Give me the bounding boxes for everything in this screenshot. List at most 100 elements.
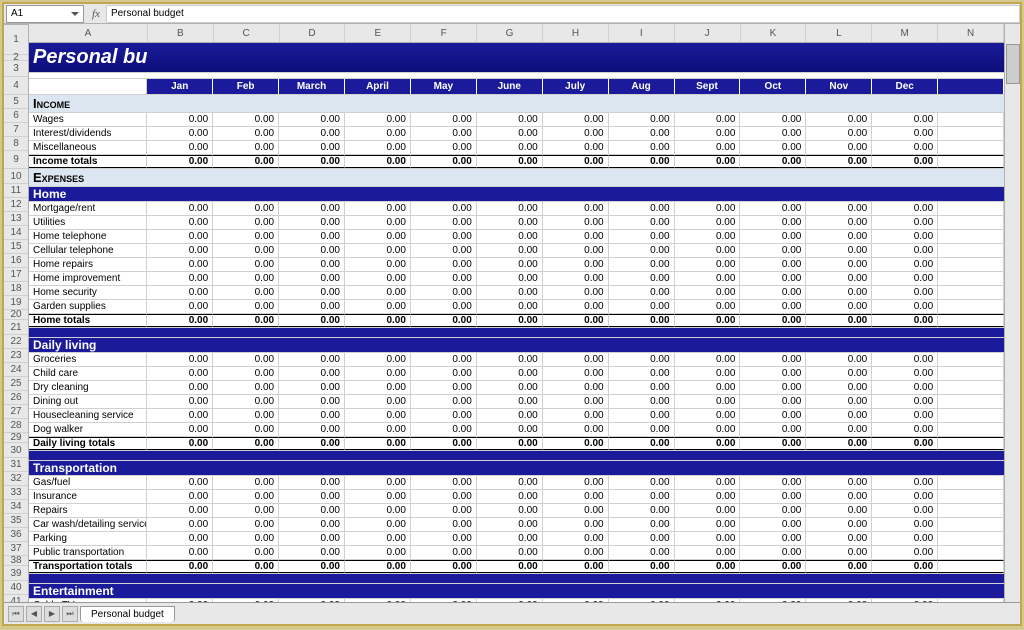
fx-icon[interactable]: fx bbox=[92, 8, 100, 20]
vertical-scrollbar[interactable] bbox=[1004, 24, 1020, 602]
value-cell[interactable]: 0.00 bbox=[213, 490, 279, 503]
cell[interactable] bbox=[938, 43, 1004, 72]
value-cell[interactable]: 0.00 bbox=[411, 599, 477, 602]
value-cell[interactable]: 0.00 bbox=[213, 286, 279, 299]
column-header[interactable]: K bbox=[741, 24, 807, 42]
month-header[interactable]: Aug bbox=[609, 79, 675, 94]
row-header[interactable]: 19 bbox=[4, 296, 28, 310]
value-cell[interactable]: 0.00 bbox=[477, 490, 543, 503]
value-cell[interactable]: 0.00 bbox=[147, 216, 213, 229]
value-cell[interactable]: 0.00 bbox=[543, 258, 609, 271]
value-cell[interactable]: 0.00 bbox=[213, 155, 279, 168]
value-cell[interactable]: 0.00 bbox=[543, 127, 609, 140]
cell[interactable] bbox=[147, 584, 213, 598]
value-cell[interactable]: 0.00 bbox=[147, 381, 213, 394]
value-cell[interactable]: 0.00 bbox=[213, 518, 279, 531]
value-cell[interactable]: 0.00 bbox=[147, 490, 213, 503]
cell[interactable] bbox=[740, 574, 806, 583]
value-cell[interactable]: 0.00 bbox=[345, 367, 411, 380]
value-cell[interactable]: 0.00 bbox=[345, 258, 411, 271]
value-cell[interactable]: 0.00 bbox=[872, 300, 938, 313]
category-header[interactable]: Entertainment bbox=[29, 584, 147, 598]
column-header[interactable]: N bbox=[938, 24, 1004, 42]
value-cell[interactable]: 0.00 bbox=[609, 437, 675, 450]
cell[interactable] bbox=[609, 584, 675, 598]
cell[interactable] bbox=[609, 169, 675, 186]
value-cell[interactable]: 0.00 bbox=[609, 395, 675, 408]
cell[interactable] bbox=[872, 169, 938, 186]
row-label[interactable]: Housecleaning service bbox=[29, 409, 147, 422]
value-cell[interactable]: 0.00 bbox=[411, 476, 477, 489]
value-cell[interactable]: 0.00 bbox=[411, 155, 477, 168]
value-cell[interactable]: 0.00 bbox=[872, 423, 938, 436]
value-cell[interactable]: 0.00 bbox=[609, 155, 675, 168]
cell[interactable] bbox=[411, 451, 477, 460]
value-cell[interactable]: 0.00 bbox=[345, 381, 411, 394]
row-label[interactable]: Home security bbox=[29, 286, 147, 299]
value-cell[interactable] bbox=[938, 230, 1004, 243]
cell[interactable] bbox=[411, 187, 477, 201]
value-cell[interactable]: 0.00 bbox=[872, 381, 938, 394]
value-cell[interactable]: 0.00 bbox=[147, 518, 213, 531]
row-header[interactable]: 21 bbox=[4, 320, 28, 335]
row-label[interactable]: Groceries bbox=[29, 353, 147, 366]
cell[interactable] bbox=[345, 461, 411, 475]
value-cell[interactable]: 0.00 bbox=[740, 395, 806, 408]
value-cell[interactable]: 0.00 bbox=[213, 532, 279, 545]
value-cell[interactable]: 0.00 bbox=[872, 113, 938, 126]
cell[interactable] bbox=[872, 95, 938, 112]
value-cell[interactable]: 0.00 bbox=[740, 155, 806, 168]
value-cell[interactable]: 0.00 bbox=[147, 202, 213, 215]
value-cell[interactable]: 0.00 bbox=[411, 300, 477, 313]
value-cell[interactable]: 0.00 bbox=[411, 409, 477, 422]
value-cell[interactable]: 0.00 bbox=[806, 155, 872, 168]
cell[interactable] bbox=[674, 451, 740, 460]
value-cell[interactable]: 0.00 bbox=[675, 244, 741, 257]
value-cell[interactable]: 0.00 bbox=[213, 202, 279, 215]
value-cell[interactable]: 0.00 bbox=[872, 244, 938, 257]
name-box[interactable]: A1 bbox=[6, 5, 84, 23]
column-header[interactable]: H bbox=[543, 24, 609, 42]
cell[interactable] bbox=[411, 95, 477, 112]
value-cell[interactable]: 0.00 bbox=[411, 272, 477, 285]
cell[interactable] bbox=[938, 95, 1004, 112]
cell[interactable] bbox=[806, 95, 872, 112]
value-cell[interactable]: 0.00 bbox=[872, 155, 938, 168]
cell[interactable] bbox=[938, 584, 1004, 598]
value-cell[interactable]: 0.00 bbox=[213, 599, 279, 602]
cell[interactable] bbox=[279, 338, 345, 352]
value-cell[interactable] bbox=[938, 437, 1004, 450]
value-cell[interactable]: 0.00 bbox=[411, 381, 477, 394]
value-cell[interactable]: 0.00 bbox=[477, 409, 543, 422]
row-header[interactable]: 31 bbox=[4, 458, 28, 472]
value-cell[interactable]: 0.00 bbox=[806, 560, 872, 573]
row-header[interactable]: 30 bbox=[4, 443, 28, 458]
value-cell[interactable]: 0.00 bbox=[411, 395, 477, 408]
value-cell[interactable]: 0.00 bbox=[675, 300, 741, 313]
column-header[interactable]: I bbox=[609, 24, 675, 42]
value-cell[interactable]: 0.00 bbox=[411, 423, 477, 436]
section-header[interactable]: Income bbox=[29, 95, 147, 112]
value-cell[interactable]: 0.00 bbox=[609, 300, 675, 313]
column-header[interactable]: L bbox=[806, 24, 872, 42]
value-cell[interactable]: 0.00 bbox=[213, 244, 279, 257]
value-cell[interactable]: 0.00 bbox=[147, 532, 213, 545]
row-header[interactable]: 17 bbox=[4, 268, 28, 282]
value-cell[interactable]: 0.00 bbox=[345, 395, 411, 408]
value-cell[interactable]: 0.00 bbox=[213, 423, 279, 436]
value-cell[interactable]: 0.00 bbox=[872, 518, 938, 531]
column-header[interactable]: D bbox=[280, 24, 346, 42]
row-header[interactable]: 38 bbox=[4, 556, 28, 566]
value-cell[interactable]: 0.00 bbox=[740, 490, 806, 503]
cell[interactable] bbox=[477, 187, 543, 201]
cell[interactable] bbox=[938, 461, 1004, 475]
row-header[interactable]: 12 bbox=[4, 198, 28, 212]
value-cell[interactable]: 0.00 bbox=[213, 216, 279, 229]
value-cell[interactable]: 0.00 bbox=[543, 490, 609, 503]
cell[interactable] bbox=[279, 43, 345, 72]
value-cell[interactable]: 0.00 bbox=[345, 113, 411, 126]
value-cell[interactable]: 0.00 bbox=[806, 244, 872, 257]
value-cell[interactable]: 0.00 bbox=[609, 532, 675, 545]
page-title[interactable]: Personal budget bbox=[29, 43, 147, 72]
value-cell[interactable]: 0.00 bbox=[147, 113, 213, 126]
